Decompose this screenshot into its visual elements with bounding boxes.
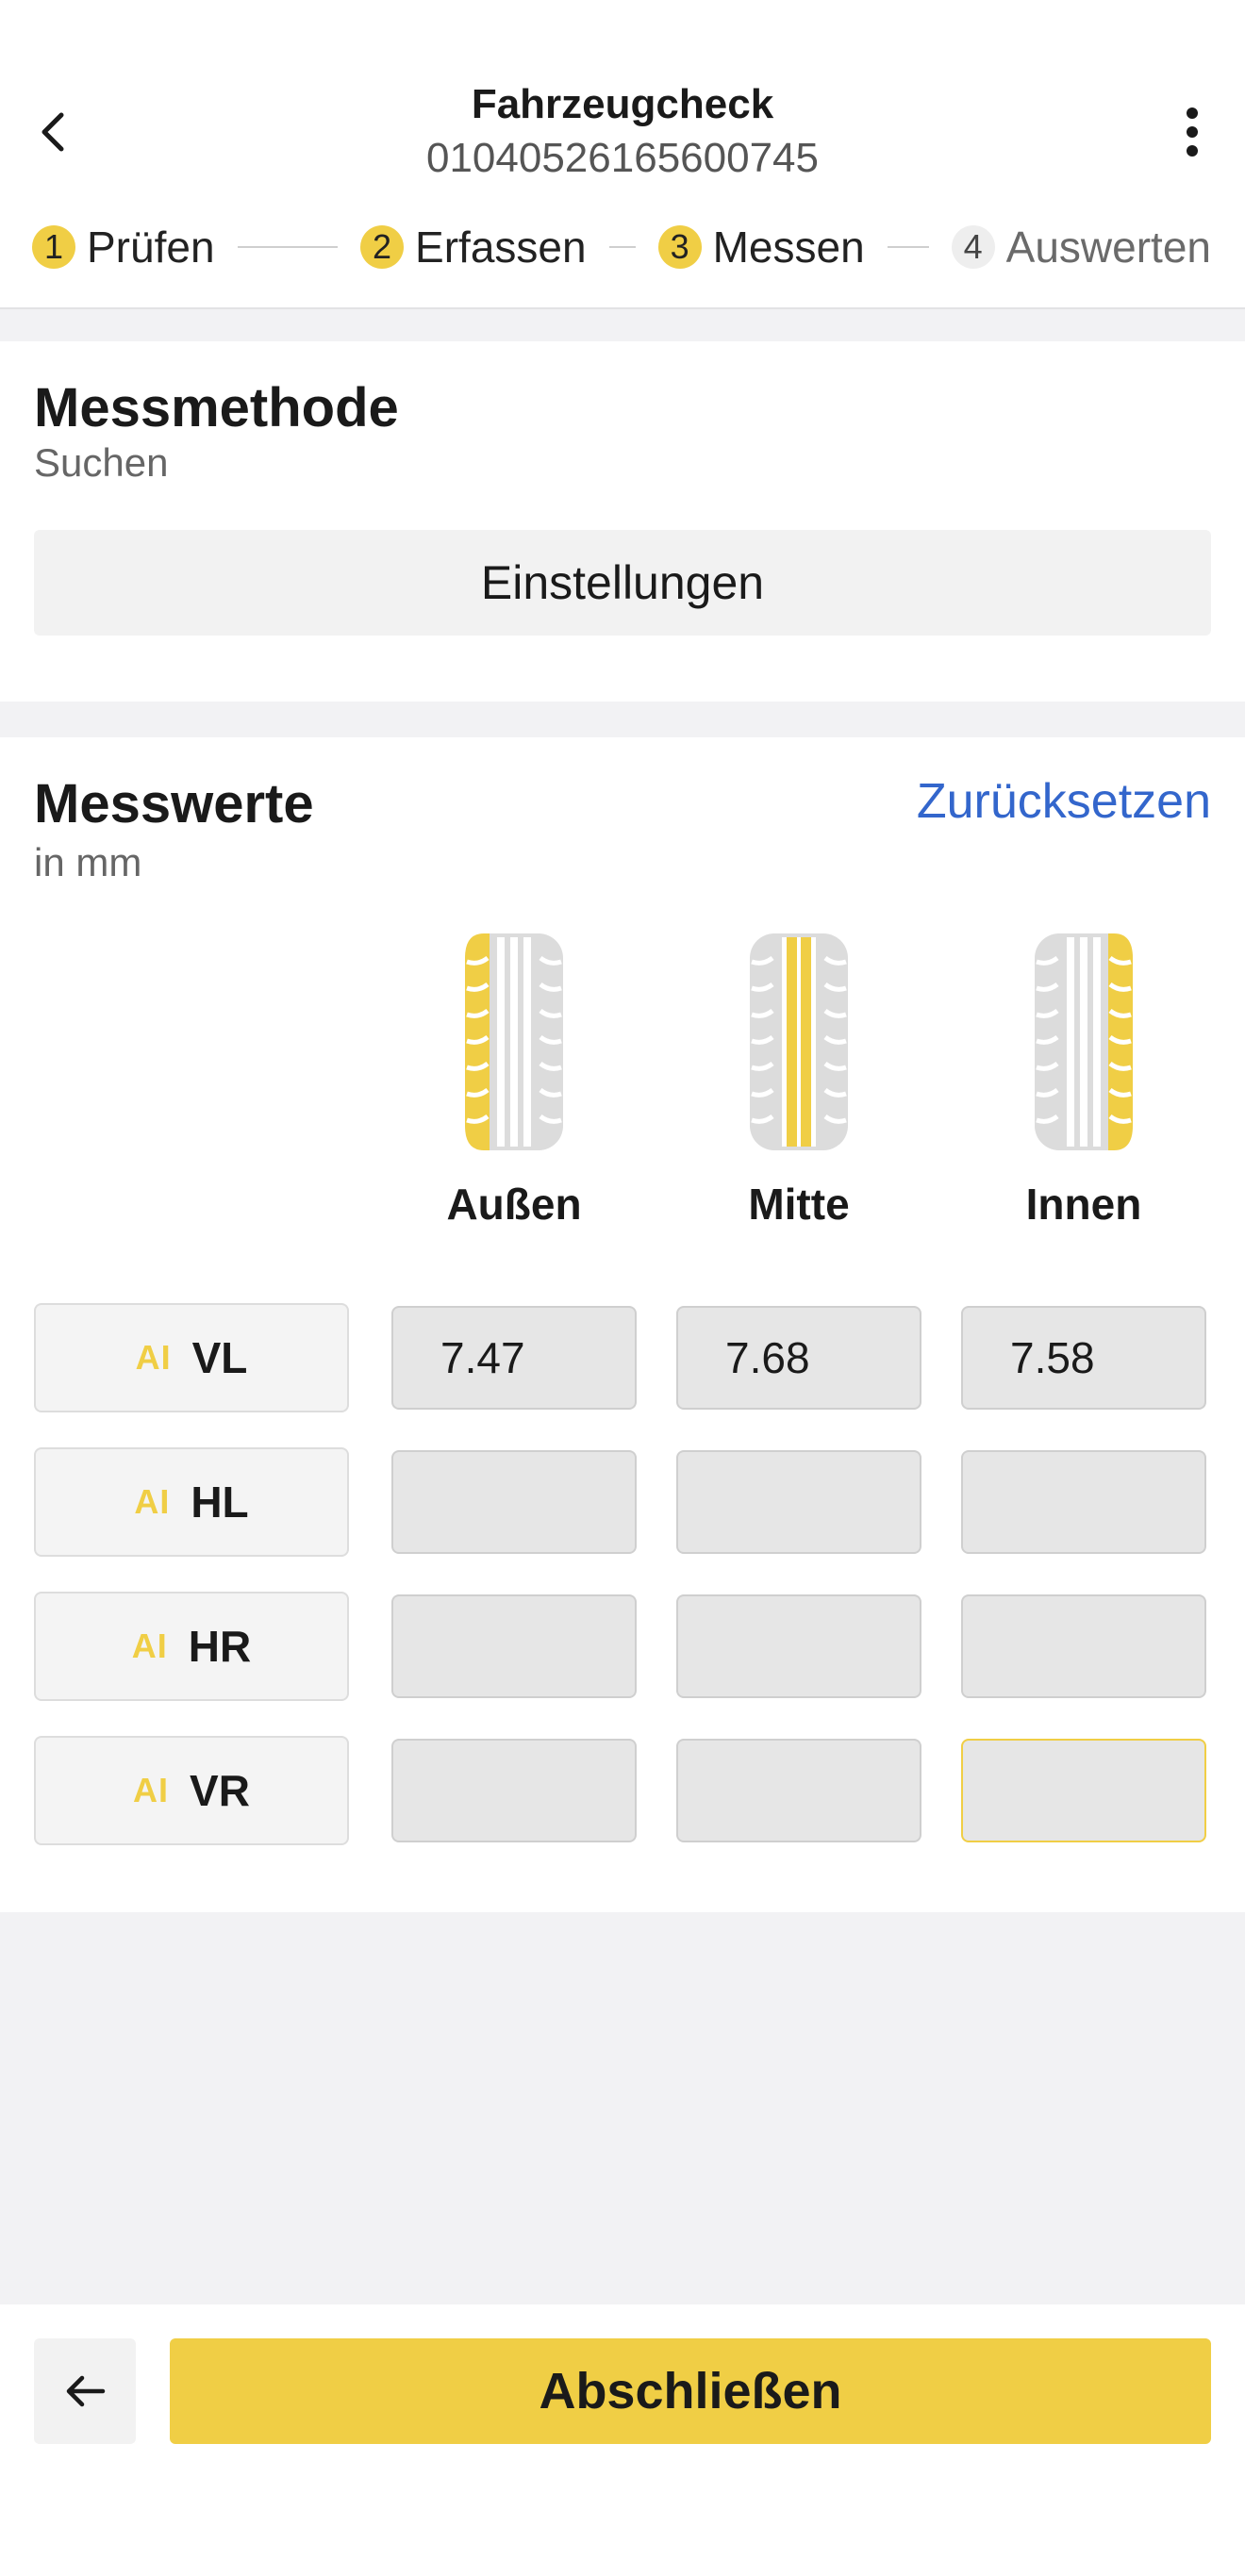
step-erfassen[interactable]: 2 Erfassen xyxy=(360,222,587,272)
column-label: Innen xyxy=(1025,1180,1142,1229)
step-number: 1 xyxy=(32,225,75,269)
step-auswerten[interactable]: 4 Auswerten xyxy=(951,222,1211,272)
values-unit: in mm xyxy=(34,840,142,884)
step-connector xyxy=(237,246,339,248)
step-label: Messen xyxy=(712,223,865,272)
tire-inner-icon xyxy=(1035,933,1133,1150)
input-vr-mitte[interactable] xyxy=(676,1739,921,1842)
step-label: Auswerten xyxy=(1005,223,1211,272)
method-title: Messmethode xyxy=(34,377,399,438)
input-vr-aussen[interactable] xyxy=(391,1739,637,1842)
row-name: VR xyxy=(190,1766,250,1815)
step-connector xyxy=(887,246,929,248)
values-card: Messwerte in mm Zurücksetzen Außen Mitte… xyxy=(0,737,1245,1912)
input-hl-mitte[interactable] xyxy=(676,1450,921,1554)
row-name: HR xyxy=(188,1622,252,1671)
more-button[interactable] xyxy=(1162,94,1222,170)
row-name: VL xyxy=(191,1333,248,1382)
column-label: Mitte xyxy=(748,1180,850,1229)
input-vl-mitte[interactable]: 7.68 xyxy=(676,1306,921,1410)
step-number: 3 xyxy=(657,225,702,269)
row-label-hr[interactable]: AI HR xyxy=(34,1592,349,1701)
progress-stepper: 1 Prüfen 2 Erfassen 3 Messen 4 Auswerten xyxy=(32,219,1211,275)
input-hr-mitte[interactable] xyxy=(676,1594,921,1698)
column-label: Außen xyxy=(446,1180,582,1229)
step-messen[interactable]: 3 Messen xyxy=(657,222,865,272)
values-title: Messwerte xyxy=(34,773,314,834)
page-title: Fahrzeugcheck xyxy=(471,81,774,127)
row-label-vl[interactable]: AI VL xyxy=(34,1303,349,1412)
more-vertical-icon xyxy=(1187,107,1198,157)
column-aussen: Außen xyxy=(391,933,637,1230)
footer-bar: Abschließen xyxy=(0,2304,1245,2576)
ai-icon: AI xyxy=(133,1771,170,1809)
step-connector xyxy=(608,246,636,248)
step-label: Prüfen xyxy=(87,223,215,272)
arrow-left-icon xyxy=(66,2375,106,2407)
input-hr-innen[interactable] xyxy=(961,1594,1206,1698)
ai-icon: AI xyxy=(131,1627,168,1665)
column-innen: Innen xyxy=(961,933,1206,1230)
row-label-vr[interactable]: AI VR xyxy=(34,1736,349,1845)
input-vl-aussen[interactable]: 7.47 xyxy=(391,1306,637,1410)
row-name: HL xyxy=(191,1478,249,1527)
input-vl-innen[interactable]: 7.58 xyxy=(961,1306,1206,1410)
app-header: Fahrzeugcheck 01040526165600745 1 Prüfen… xyxy=(0,0,1245,309)
input-hr-aussen[interactable] xyxy=(391,1594,637,1698)
reset-link[interactable]: Zurücksetzen xyxy=(917,773,1211,830)
input-hl-innen[interactable] xyxy=(961,1450,1206,1554)
column-mitte: Mitte xyxy=(676,933,921,1230)
step-pruefen[interactable]: 1 Prüfen xyxy=(32,222,215,272)
back-button[interactable] xyxy=(23,94,83,170)
ai-icon: AI xyxy=(134,1482,171,1521)
method-card: Messmethode Suchen Einstellungen xyxy=(0,341,1245,702)
method-subtitle: Suchen xyxy=(34,440,169,485)
previous-button[interactable] xyxy=(34,2338,136,2444)
tire-center-icon xyxy=(750,933,848,1150)
step-number: 4 xyxy=(951,225,995,269)
vehicle-id: 01040526165600745 xyxy=(425,135,819,181)
finish-button[interactable]: Abschließen xyxy=(170,2338,1211,2444)
row-label-hl[interactable]: AI HL xyxy=(34,1447,349,1557)
tire-outer-icon xyxy=(465,933,563,1150)
header-title-group: Fahrzeugcheck 01040526165600745 xyxy=(245,77,1000,185)
input-vr-innen[interactable] xyxy=(961,1739,1206,1842)
input-hl-aussen[interactable] xyxy=(391,1450,637,1554)
settings-button[interactable]: Einstellungen xyxy=(34,530,1211,636)
step-label: Erfassen xyxy=(415,223,587,272)
chevron-left-icon xyxy=(42,112,64,152)
step-number: 2 xyxy=(360,225,405,269)
ai-icon: AI xyxy=(135,1338,172,1377)
